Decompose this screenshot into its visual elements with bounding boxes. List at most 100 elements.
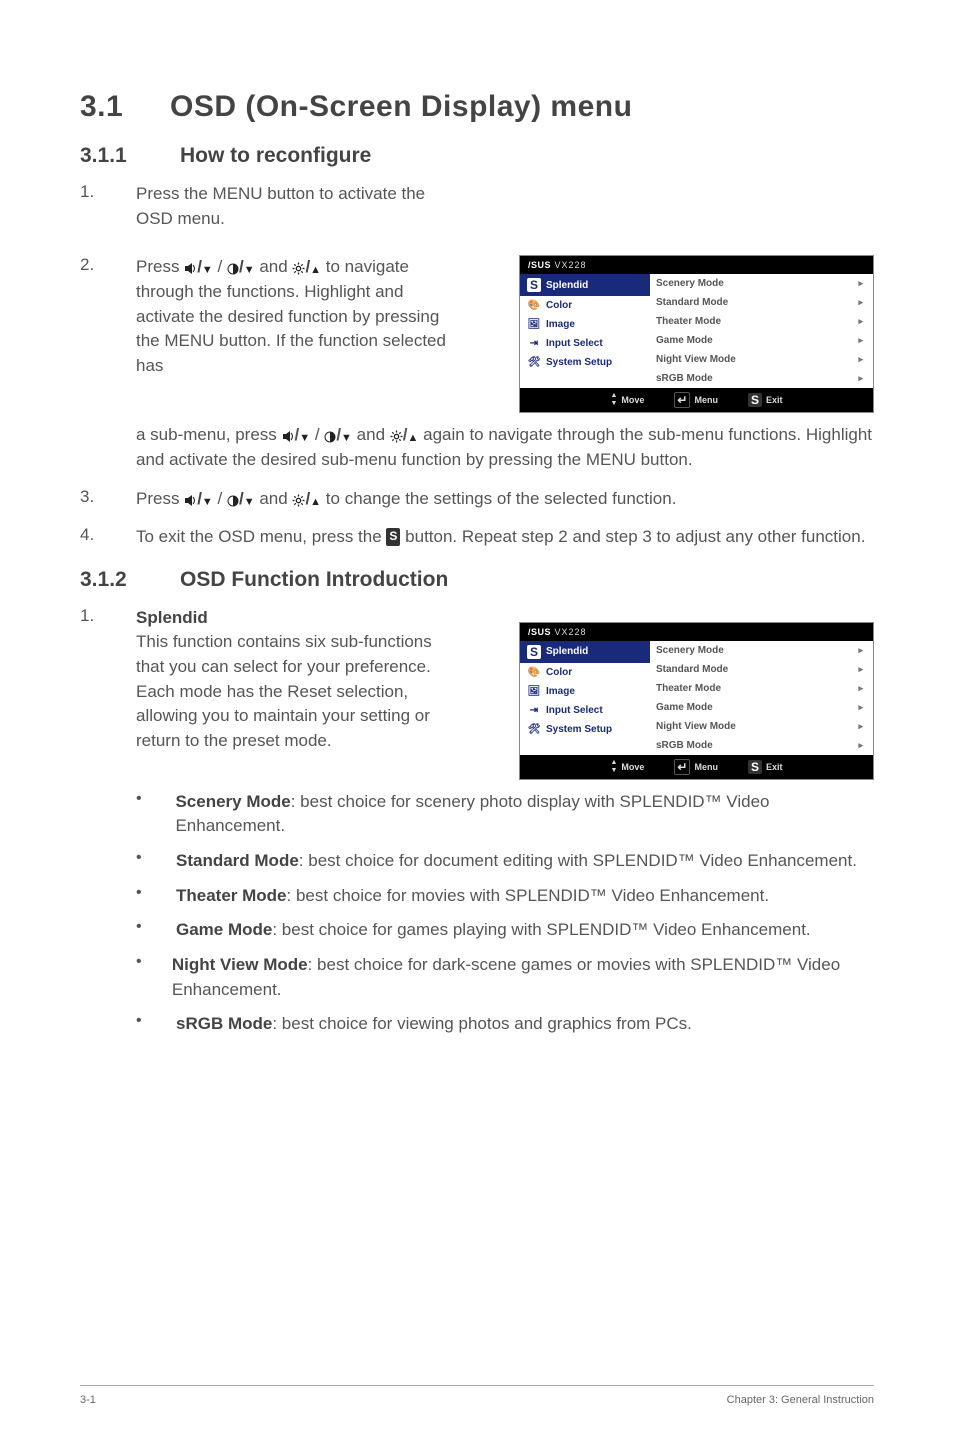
enter-key-icon: ↵ bbox=[674, 759, 690, 775]
step4-body: To exit the OSD menu, press the S button… bbox=[136, 525, 865, 550]
bullet-marker: • bbox=[136, 790, 175, 839]
section-312-heading: 3.1.2OSD Function Introduction bbox=[80, 568, 874, 592]
osd-side-system: 🛠System Setup bbox=[520, 353, 650, 372]
h2-number: 3.1.2 bbox=[80, 568, 180, 592]
osd-side-splendid: SSplendid bbox=[520, 641, 650, 663]
osd-mode-row: Night View Mode▸ bbox=[650, 717, 873, 736]
down-arrow-icon bbox=[341, 427, 352, 444]
osd-mode-row: Game Mode▸ bbox=[650, 698, 873, 717]
up-arrow-icon bbox=[310, 491, 321, 508]
chevron-right-icon: ▸ bbox=[858, 373, 863, 384]
contrast-icon bbox=[227, 491, 239, 508]
step-number: 3. bbox=[80, 487, 136, 512]
h1-text: OSD (On-Screen Display) menu bbox=[170, 90, 632, 123]
chevron-right-icon: ▸ bbox=[858, 702, 863, 713]
osd-mode-row: Theater Mode▸ bbox=[650, 312, 873, 331]
input-icon: ⇥ bbox=[528, 338, 540, 349]
step2-body-continued: a sub-menu, press / / / and / again to n… bbox=[136, 423, 874, 472]
section-311-heading: 3.1.1How to reconfigure bbox=[80, 144, 874, 168]
bullet-theater: Theater Mode: best choice for movies wit… bbox=[176, 884, 769, 909]
palette-icon: 🎨 bbox=[528, 300, 540, 311]
step1-body: Press the MENU button to activate the OS… bbox=[136, 182, 452, 231]
volume-down-icon bbox=[184, 491, 197, 508]
input-icon: ⇥ bbox=[528, 705, 540, 716]
osd-footer: Move ↵ Menu S Exit bbox=[520, 755, 873, 779]
osd-header: /SUS VX228 bbox=[520, 623, 873, 641]
h2-text: How to reconfigure bbox=[180, 144, 371, 167]
osd-side-color: 🎨Color bbox=[520, 296, 650, 315]
osd-mode-row: sRGB Mode▸ bbox=[650, 369, 873, 388]
bullet-marker: • bbox=[136, 953, 172, 1002]
page-footer: 3-1 Chapter 3: General Instruction bbox=[80, 1385, 874, 1406]
osd-side-color: 🎨Color bbox=[520, 663, 650, 682]
osd-footer: Move ↵ Menu S Exit bbox=[520, 388, 873, 412]
up-arrow-icon bbox=[310, 259, 321, 276]
down-arrow-icon bbox=[202, 259, 213, 276]
osd-screenshot-2: /SUS VX228 SSplendid 🎨Color 🖼Image ⇥Inpu… bbox=[519, 622, 874, 780]
step-number: 2. bbox=[80, 255, 136, 378]
palette-icon: 🎨 bbox=[528, 667, 540, 678]
step-number: 1. bbox=[80, 182, 136, 241]
chevron-right-icon: ▸ bbox=[858, 278, 863, 289]
osd-side-image: 🖼Image bbox=[520, 682, 650, 701]
chevron-right-icon: ▸ bbox=[858, 335, 863, 346]
s-badge-icon: S bbox=[748, 760, 762, 774]
footer-chapter: Chapter 3: General Instruction bbox=[727, 1394, 874, 1406]
down-arrow-icon bbox=[202, 491, 213, 508]
osd-side-system: 🛠System Setup bbox=[520, 720, 650, 739]
brightness-icon bbox=[292, 259, 305, 276]
move-icon bbox=[610, 761, 617, 773]
bullet-marker: • bbox=[136, 849, 176, 874]
h2-number: 3.1.1 bbox=[80, 144, 180, 168]
volume-down-icon bbox=[184, 259, 197, 276]
bullet-marker: • bbox=[136, 918, 176, 943]
s-badge-icon: S bbox=[528, 278, 540, 292]
osd-mode-row: Scenery Mode▸ bbox=[650, 274, 873, 293]
chevron-right-icon: ▸ bbox=[858, 316, 863, 327]
osd-mode-row: Scenery Mode▸ bbox=[650, 641, 873, 660]
osd-mode-row: Standard Mode▸ bbox=[650, 660, 873, 679]
contrast-icon bbox=[227, 259, 239, 276]
chevron-right-icon: ▸ bbox=[858, 683, 863, 694]
bullet-srgb: sRGB Mode: best choice for viewing photo… bbox=[176, 1012, 692, 1037]
volume-down-icon bbox=[282, 427, 295, 444]
osd-mode-row: Night View Mode▸ bbox=[650, 350, 873, 369]
bullet-scenery: Scenery Mode: best choice for scenery ph… bbox=[175, 790, 874, 839]
chevron-right-icon: ▸ bbox=[858, 721, 863, 732]
step-number: 4. bbox=[80, 525, 136, 550]
osd-side-image: 🖼Image bbox=[520, 315, 650, 334]
osd-mode-row: Game Mode▸ bbox=[650, 331, 873, 350]
osd-screenshot-1: /SUS VX228 SSplendid 🎨Color 🖼Image ⇥Inpu… bbox=[519, 255, 874, 413]
osd-mode-row: sRGB Mode▸ bbox=[650, 736, 873, 755]
bullet-standard: Standard Mode: best choice for document … bbox=[176, 849, 857, 874]
down-arrow-icon bbox=[244, 491, 255, 508]
down-arrow-icon bbox=[299, 427, 310, 444]
s-badge-icon: S bbox=[748, 393, 762, 407]
step3-body: Press / / / and / to change the settings… bbox=[136, 487, 676, 512]
osd-side-input: ⇥Input Select bbox=[520, 701, 650, 720]
h2-text: OSD Function Introduction bbox=[180, 568, 448, 591]
footer-page-number: 3-1 bbox=[80, 1394, 96, 1406]
tools-icon: 🛠 bbox=[528, 357, 540, 368]
osd-side-input: ⇥Input Select bbox=[520, 334, 650, 353]
chevron-right-icon: ▸ bbox=[858, 664, 863, 675]
osd-header: /SUS VX228 bbox=[520, 256, 873, 274]
bullet-game: Game Mode: best choice for games playing… bbox=[176, 918, 811, 943]
brightness-icon bbox=[390, 427, 403, 444]
bullet-marker: • bbox=[136, 884, 176, 909]
s-button-icon: S bbox=[386, 528, 400, 545]
s-badge-icon: S bbox=[528, 645, 540, 659]
chevron-right-icon: ▸ bbox=[858, 354, 863, 365]
brightness-icon bbox=[292, 491, 305, 508]
h1-number: 3.1 bbox=[80, 90, 170, 124]
step2-body-top: Press / / / and / to navigate through th… bbox=[136, 255, 452, 378]
osd-mode-row: Standard Mode▸ bbox=[650, 293, 873, 312]
move-icon bbox=[610, 394, 617, 406]
down-arrow-icon bbox=[244, 259, 255, 276]
contrast-icon bbox=[324, 427, 336, 444]
up-arrow-icon bbox=[408, 427, 419, 444]
image-icon: 🖼 bbox=[528, 319, 540, 330]
bullet-night: Night View Mode: best choice for dark-sc… bbox=[172, 953, 874, 1002]
osd-mode-row: Theater Mode▸ bbox=[650, 679, 873, 698]
image-icon: 🖼 bbox=[528, 686, 540, 697]
